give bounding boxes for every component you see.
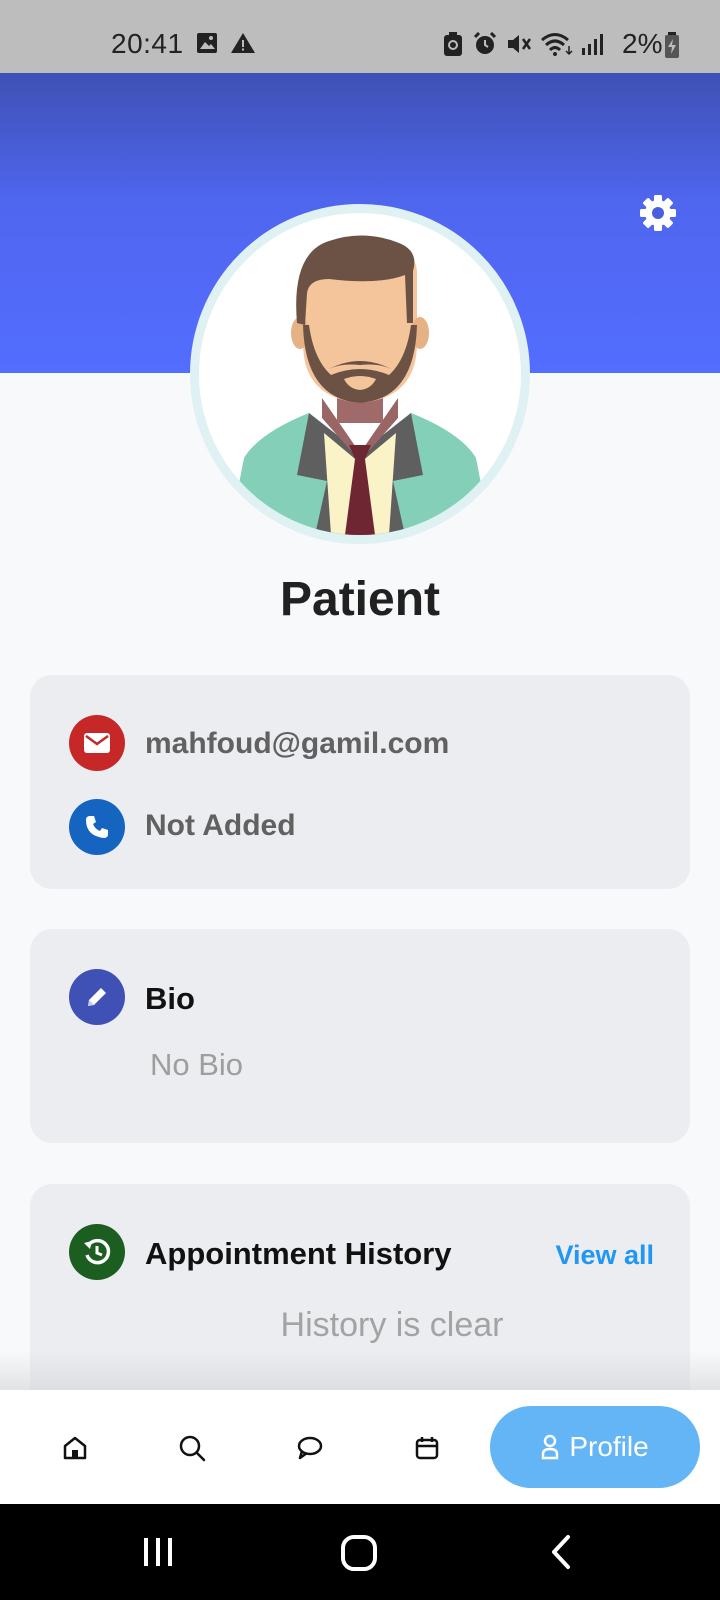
scroll-fade — [0, 1350, 720, 1390]
email-icon-badge — [69, 715, 125, 771]
back-button[interactable] — [548, 1534, 574, 1575]
doctor-avatar-illustration — [229, 235, 491, 535]
alarm-icon — [473, 31, 497, 61]
warning-icon — [230, 32, 256, 59]
email-text[interactable]: mahfoud@gamil.com — [145, 727, 449, 761]
home-circle-icon — [341, 1535, 377, 1571]
contact-card: mahfoud@gamil.com Not Added — [30, 675, 690, 889]
wifi-icon — [540, 32, 574, 61]
view-all-link[interactable]: View all — [555, 1240, 654, 1271]
image-icon — [196, 32, 218, 59]
search-icon — [179, 1435, 206, 1462]
nav-chat[interactable] — [293, 1431, 327, 1465]
nav-search[interactable] — [175, 1431, 209, 1465]
person-icon — [542, 1434, 559, 1460]
mail-icon — [84, 733, 110, 753]
bottom-nav: Profile — [0, 1390, 720, 1504]
bio-card: Bio No Bio — [30, 929, 690, 1143]
system-nav-bar — [0, 1504, 720, 1600]
bio-heading: Bio — [145, 981, 195, 1016]
history-empty-text: History is clear — [280, 1306, 504, 1344]
home-button[interactable] — [340, 1534, 378, 1577]
battery-charging-icon — [664, 32, 680, 63]
phone-icon — [86, 816, 108, 838]
home-icon — [63, 1436, 87, 1460]
history-icon-badge — [69, 1224, 125, 1280]
bio-text: No Bio — [150, 1047, 244, 1082]
calendar-icon — [415, 1437, 439, 1460]
nav-home[interactable] — [58, 1431, 92, 1465]
mute-icon — [506, 32, 532, 61]
battery-saver-icon — [443, 32, 463, 61]
status-bar: 20:41 2% — [0, 0, 720, 73]
status-time: 20:41 — [111, 28, 184, 59]
phone-text: Not Added — [145, 809, 296, 842]
signal-icon — [580, 32, 608, 61]
chat-icon — [297, 1436, 323, 1460]
recents-icon — [144, 1538, 172, 1566]
battery-percent: 2% — [622, 28, 663, 59]
back-icon — [552, 1535, 570, 1569]
history-icon — [84, 1238, 111, 1265]
page-title: Patient — [279, 573, 441, 626]
pencil-icon — [88, 988, 106, 1006]
history-heading: Appointment History — [145, 1236, 452, 1271]
avatar[interactable] — [190, 204, 530, 544]
recents-button[interactable] — [140, 1534, 176, 1575]
phone-icon-badge — [69, 799, 125, 855]
bio-icon-badge — [69, 969, 125, 1025]
nav-profile[interactable]: Profile — [490, 1406, 700, 1488]
nav-profile-label: Profile — [569, 1431, 649, 1462]
settings-button[interactable] — [638, 193, 678, 233]
nav-calendar[interactable] — [410, 1431, 444, 1465]
gear-icon — [640, 195, 676, 231]
